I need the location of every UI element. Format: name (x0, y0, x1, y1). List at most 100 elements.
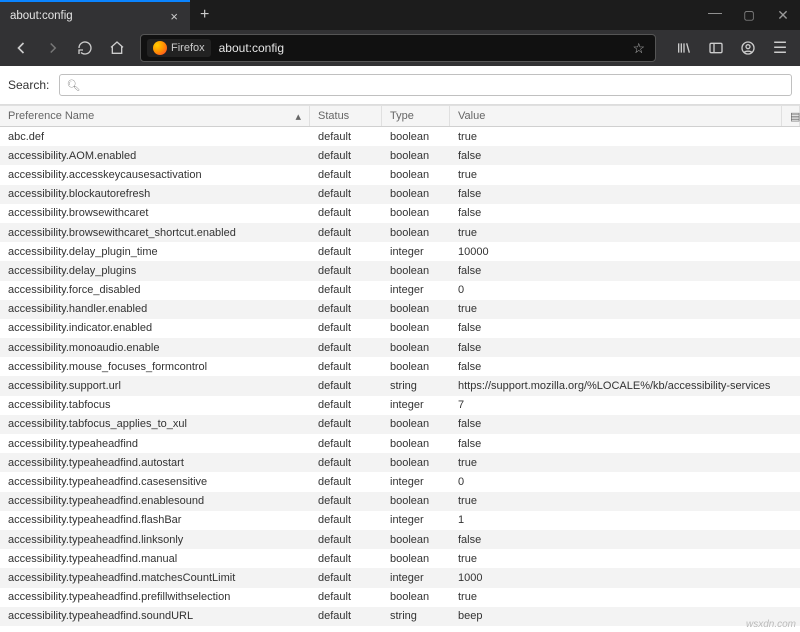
cell-status: default (310, 207, 382, 219)
table-row[interactable]: accessibility.indicator.enableddefaultbo… (0, 319, 800, 338)
home-button[interactable] (102, 34, 132, 62)
cell-value: true (450, 169, 800, 181)
cell-value: 0 (450, 284, 800, 296)
cell-value: true (450, 591, 800, 603)
search-box[interactable]: 🔍︎ (59, 74, 792, 96)
bookmark-star-icon[interactable]: ☆ (628, 40, 649, 57)
cell-status: default (310, 534, 382, 546)
cell-status: default (310, 591, 382, 603)
navigation-toolbar: Firefox about:config ☆ ☰ (0, 30, 800, 66)
cell-pref-name: accessibility.delay_plugins (0, 265, 310, 277)
table-row[interactable]: accessibility.typeaheadfind.flashBardefa… (0, 511, 800, 530)
window-controls: — ▢ ✕ (698, 0, 800, 30)
column-status[interactable]: Status (310, 106, 382, 126)
table-row[interactable]: accessibility.tabfocusdefaultinteger7 (0, 396, 800, 415)
cell-type: boolean (382, 534, 450, 546)
table-row[interactable]: accessibility.force_disableddefaultinteg… (0, 281, 800, 300)
table-row[interactable]: accessibility.typeaheadfind.autostartdef… (0, 453, 800, 472)
cell-value: 0 (450, 476, 800, 488)
toolbar-right-icons: ☰ (664, 34, 794, 62)
search-input[interactable] (80, 78, 785, 92)
maximize-button[interactable]: ▢ (732, 8, 766, 22)
cell-pref-name: accessibility.typeaheadfind (0, 438, 310, 450)
cell-pref-name: accessibility.typeaheadfind.enablesound (0, 495, 310, 507)
table-row[interactable]: accessibility.typeaheadfind.enablesoundd… (0, 492, 800, 511)
table-row[interactable]: accessibility.AOM.enableddefaultbooleanf… (0, 146, 800, 165)
table-row[interactable]: accessibility.browsewithcaret_shortcut.e… (0, 223, 800, 242)
table-row[interactable]: accessibility.monoaudio.enabledefaultboo… (0, 338, 800, 357)
cell-value: false (450, 265, 800, 277)
back-button[interactable] (6, 34, 36, 62)
cell-type: boolean (382, 150, 450, 162)
cell-value: false (450, 418, 800, 430)
sort-indicator-icon: ▴ (295, 110, 301, 123)
cell-pref-name: accessibility.typeaheadfind.flashBar (0, 514, 310, 526)
cell-pref-name: accessibility.typeaheadfind.autostart (0, 457, 310, 469)
preferences-table[interactable]: abc.defdefaultbooleantrueaccessibility.A… (0, 127, 800, 632)
new-tab-button[interactable]: + (190, 0, 219, 30)
library-icon[interactable] (670, 34, 698, 62)
window-close-button[interactable]: ✕ (766, 7, 800, 24)
table-row[interactable]: accessibility.support.urldefaultstringht… (0, 376, 800, 395)
table-row[interactable]: accessibility.mouse_focuses_formcontrold… (0, 357, 800, 376)
cell-pref-name: accessibility.blockautorefresh (0, 188, 310, 200)
cell-pref-name: accessibility.typeaheadfind.matchesCount… (0, 572, 310, 584)
cell-value: false (450, 534, 800, 546)
search-label: Search: (8, 78, 49, 92)
forward-button[interactable] (38, 34, 68, 62)
table-row[interactable]: accessibility.typeaheadfind.linksonlydef… (0, 530, 800, 549)
cell-value: https://support.mozilla.org/%LOCALE%/kb/… (450, 380, 800, 392)
table-row[interactable]: accessibility.typeaheadfinddefaultboolea… (0, 434, 800, 453)
table-row[interactable]: accessibility.blockautorefreshdefaultboo… (0, 185, 800, 204)
cell-pref-name: accessibility.delay_plugin_time (0, 246, 310, 258)
cell-status: default (310, 380, 382, 392)
cell-pref-name: accessibility.typeaheadfind.linksonly (0, 534, 310, 546)
cell-type: boolean (382, 131, 450, 143)
table-row[interactable]: accessibility.tabfocus_applies_to_xuldef… (0, 415, 800, 434)
browser-tab[interactable]: about:config × (0, 0, 190, 30)
cell-value: false (450, 150, 800, 162)
identity-box[interactable]: Firefox (147, 39, 211, 57)
table-row[interactable]: accessibility.typeaheadfind.matchesCount… (0, 568, 800, 587)
table-row[interactable]: accessibility.handler.enableddefaultbool… (0, 300, 800, 319)
column-type-label: Type (390, 110, 414, 122)
cell-value: false (450, 342, 800, 354)
cell-pref-name: accessibility.browsewithcaret (0, 207, 310, 219)
table-row[interactable]: accessibility.delay_pluginsdefaultboolea… (0, 261, 800, 280)
cell-pref-name: accessibility.tabfocus (0, 399, 310, 411)
close-tab-icon[interactable]: × (166, 9, 182, 24)
account-icon[interactable] (734, 34, 762, 62)
cell-status: default (310, 188, 382, 200)
table-row[interactable]: accessibility.typeaheadfind.manualdefaul… (0, 549, 800, 568)
url-bar[interactable]: Firefox about:config ☆ (140, 34, 656, 62)
reload-button[interactable] (70, 34, 100, 62)
cell-pref-name: accessibility.handler.enabled (0, 303, 310, 315)
cell-type: boolean (382, 188, 450, 200)
config-search-row: Search: 🔍︎ (0, 66, 800, 105)
cell-pref-name: accessibility.browsewithcaret_shortcut.e… (0, 227, 310, 239)
column-value[interactable]: Value (450, 106, 782, 126)
cell-status: default (310, 610, 382, 622)
table-row[interactable]: accessibility.typeaheadfind.soundURLdefa… (0, 607, 800, 626)
sidebar-icon[interactable] (702, 34, 730, 62)
table-row[interactable]: accessibility.accesskeycausesactivationd… (0, 165, 800, 184)
cell-type: boolean (382, 265, 450, 277)
hamburger-menu-icon[interactable]: ☰ (766, 34, 794, 62)
cell-type: integer (382, 572, 450, 584)
cell-value: 1000 (450, 572, 800, 584)
column-picker[interactable]: ▤ (782, 106, 800, 126)
cell-status: default (310, 399, 382, 411)
cell-type: boolean (382, 169, 450, 181)
cell-pref-name: accessibility.indicator.enabled (0, 322, 310, 334)
table-row[interactable]: accessibility.typeaheadfind.casesensitiv… (0, 472, 800, 491)
cell-pref-name: accessibility.typeaheadfind.soundURL (0, 610, 310, 622)
minimize-button[interactable]: — (698, 4, 732, 20)
column-preference-name[interactable]: Preference Name ▴ (0, 106, 310, 126)
table-row[interactable]: accessibility.browsewithcaretdefaultbool… (0, 204, 800, 223)
table-row[interactable]: accessibility.typeaheadfind.prefillwiths… (0, 588, 800, 607)
cell-type: string (382, 610, 450, 622)
cell-value: false (450, 322, 800, 334)
table-row[interactable]: accessibility.delay_plugin_timedefaultin… (0, 242, 800, 261)
column-type[interactable]: Type (382, 106, 450, 126)
table-row[interactable]: abc.defdefaultbooleantrue (0, 127, 800, 146)
